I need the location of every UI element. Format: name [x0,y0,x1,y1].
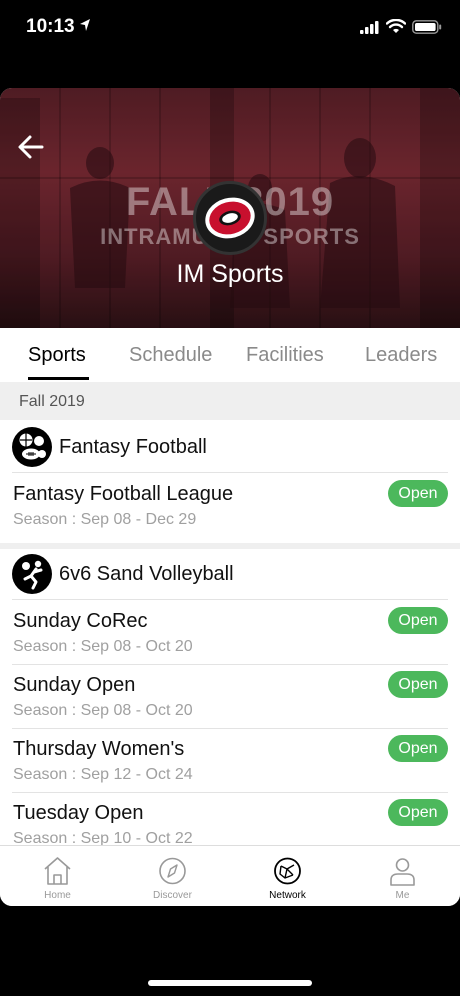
tab-leaders[interactable]: Leaders [365,344,437,367]
league-season: Season : Sep 08 - Dec 29 [13,511,197,528]
league-row[interactable]: Fantasy Football League Season : Sep 08 … [0,473,460,537]
tab-schedule[interactable]: Schedule [129,344,212,367]
league-season: Season : Sep 12 - Oct 24 [13,766,193,783]
wifi-icon [386,19,406,33]
status-badge: Open [388,607,448,634]
section-label: Fall 2019 [19,393,85,410]
league-name: Fantasy Football League [13,483,234,505]
league-row[interactable]: Sunday CoRec Season : Sep 08 - Oct 20 Op… [0,600,460,664]
tab-sports[interactable]: Sports [28,344,86,367]
sport-group-header[interactable]: 6v6 Sand Volleyball [0,548,460,600]
nav-label: Home [44,890,71,901]
status-badge: Open [388,799,448,826]
home-indicator[interactable] [148,980,312,986]
league-row[interactable]: Sunday Open Season : Sep 08 - Oct 20 Ope… [0,664,460,728]
nav-home[interactable]: Home [0,846,115,906]
active-tab-indicator [28,377,89,380]
league-season: Season : Sep 08 - Oct 20 [13,638,193,655]
league-season: Season : Sep 08 - Oct 20 [13,702,193,719]
league-row[interactable]: Thursday Women's Season : Sep 12 - Oct 2… [0,728,460,792]
status-badge: Open [388,480,448,507]
status-badge: Open [388,735,448,762]
hero-title: IM Sports [176,260,284,288]
status-badge: Open [388,671,448,698]
nav-me[interactable]: Me [345,846,460,906]
status-bar: 10:13 [0,0,460,60]
league-name: Sunday CoRec [13,610,148,632]
nav-label: Discover [153,890,192,901]
sport-group-header[interactable]: Fantasy Football [0,421,460,473]
app-screen: FALL 2019 INTRAMURAL SPORTS IM Sports Sp… [0,88,460,906]
league-name: Thursday Women's [13,738,185,760]
hero-banner: FALL 2019 INTRAMURAL SPORTS IM Sports [0,88,460,328]
network-icon [274,857,301,885]
location-arrow-icon [80,19,90,31]
person-icon [390,858,415,886]
nav-label: Network [269,890,306,901]
tab-facilities[interactable]: Facilities [246,344,324,367]
compass-icon [159,857,186,885]
nav-network[interactable]: Network [230,846,345,906]
section-header: Fall 2019 [0,382,460,420]
tab-bar: Sports Schedule Facilities Leaders [0,328,460,382]
battery-icon [412,20,442,34]
back-arrow-icon[interactable] [14,130,48,164]
status-time: 10:13 [26,16,75,37]
organization-logo [193,181,267,255]
league-name: Sunday Open [13,674,136,696]
nav-discover[interactable]: Discover [115,846,230,906]
volleyball-player-icon [12,554,52,594]
league-name: Tuesday Open [13,802,144,824]
sports-balls-icon [12,427,52,467]
sport-group-title: 6v6 Sand Volleyball [59,563,234,585]
bottom-nav: Home Discover Network Me [0,845,460,906]
home-icon [44,857,71,885]
signal-icon [360,21,379,34]
nav-label: Me [395,890,410,901]
sport-group-title: Fantasy Football [59,436,207,458]
